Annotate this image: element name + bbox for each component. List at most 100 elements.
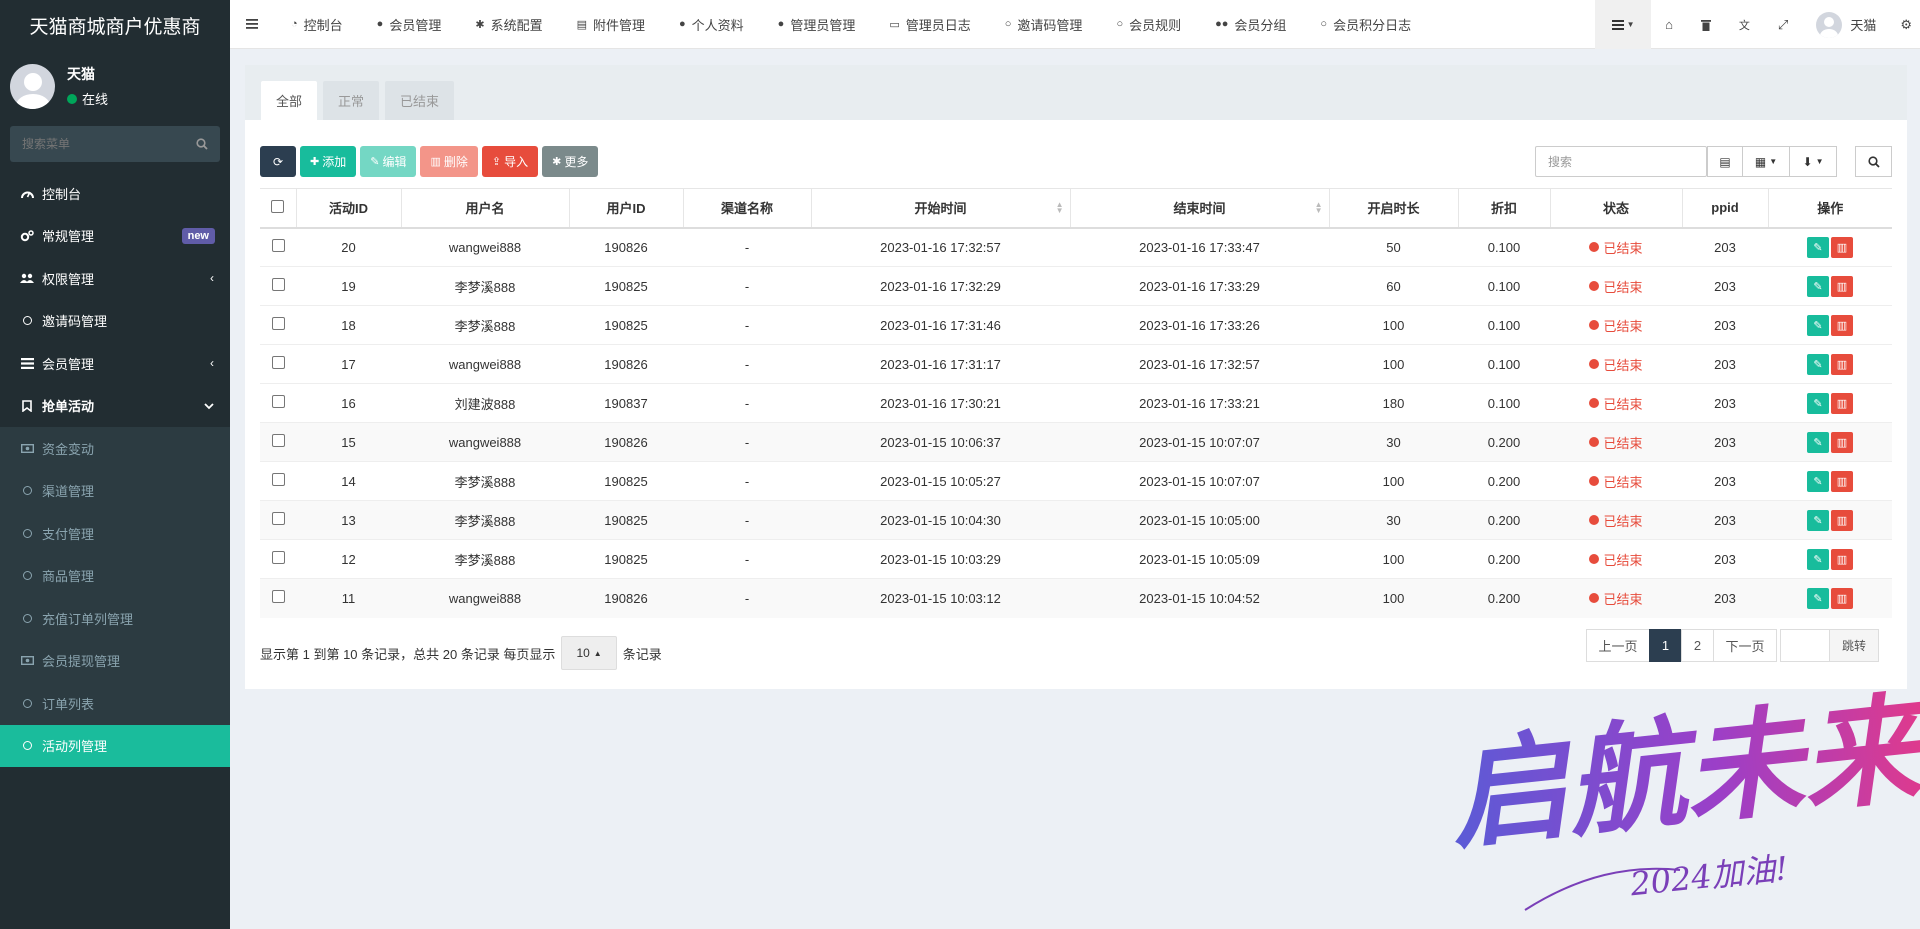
row-delete-button[interactable]: ▥ [1831, 431, 1853, 453]
sidebar-subitem-payment[interactable]: 支付管理 [0, 512, 230, 555]
row-checkbox[interactable] [271, 317, 285, 330]
sidebar-subitem-goods[interactable]: 商品管理 [0, 555, 230, 598]
sidebar-item-general[interactable]: 常规管理 new [0, 215, 230, 258]
row-edit-button[interactable]: ✎ [1807, 470, 1829, 492]
row-delete-button[interactable]: ▥ [1831, 548, 1853, 570]
tab-normal[interactable]: 正常 [323, 81, 380, 120]
settings-button[interactable]: ⚙ [1890, 0, 1920, 49]
table-row[interactable]: 15 wangwei888 190826-2023-01-15 10:06:37 20… [260, 422, 1892, 462]
row-delete-button[interactable]: ▥ [1831, 470, 1853, 492]
tab-member-group[interactable]: ●● 会员分组 [1198, 0, 1303, 49]
sidebar-item-invite[interactable]: 邀请码管理 [0, 300, 230, 343]
export-button[interactable]: ⬇ ▼ [1789, 146, 1837, 177]
sidebar-item-grab-activity[interactable]: 抢单活动 [0, 385, 230, 428]
columns-button[interactable]: ▦ ▼ [1742, 146, 1790, 177]
edit-button[interactable]: ✎ 编辑 [360, 146, 417, 177]
row-delete-button[interactable]: ▥ [1831, 236, 1853, 258]
row-edit-button[interactable]: ✎ [1807, 236, 1829, 258]
jump-button[interactable]: 跳转 [1829, 629, 1879, 662]
brand-logo[interactable]: 天猫商城商户优惠商 [0, 0, 230, 50]
prev-page-button[interactable]: 上一页 [1586, 629, 1650, 662]
row-checkbox[interactable] [271, 590, 285, 604]
tab-all[interactable]: 全部 [261, 81, 318, 120]
row-edit-button[interactable]: ✎ [1807, 587, 1829, 609]
col-activity-id[interactable]: 活动ID [296, 188, 402, 229]
row-delete-button[interactable]: ▥ [1831, 392, 1853, 414]
table-row[interactable]: 17 wangwei888 190826-2023-01-16 17:31:17 20… [260, 344, 1892, 384]
row-delete-button[interactable]: ▥ [1831, 314, 1853, 336]
table-row[interactable]: 16 刘建波888 190837-2023-01-16 17:30:21 2023-0… [260, 383, 1892, 423]
col-end-time[interactable]: 结束时间 ▲ ▼ [1070, 188, 1330, 229]
tab-profile[interactable]: ● 个人资料 [662, 0, 761, 49]
clear-cache-button[interactable] [1687, 0, 1725, 49]
advanced-search-button[interactable] [1855, 146, 1892, 177]
add-button[interactable]: ✚ 添加 [300, 146, 357, 177]
col-channel[interactable]: 渠道名称 [683, 188, 812, 229]
row-checkbox[interactable] [271, 395, 285, 408]
delete-button[interactable]: ▥ 删除 [420, 146, 478, 177]
sidebar-subitem-fund-change[interactable]: 资金变动 [0, 427, 230, 470]
row-edit-button[interactable]: ✎ [1807, 509, 1829, 531]
table-row[interactable]: 12 李梦溪888 190825-2023-01-15 10:03:29 2023-0… [260, 539, 1892, 579]
import-button[interactable]: ⇪ 导入 [481, 146, 539, 177]
tab-invite-code[interactable]: ○ 邀请码管理 [988, 0, 1100, 49]
table-search-input[interactable]: 搜索 [1535, 146, 1707, 177]
col-user-id[interactable]: 用户ID [569, 188, 684, 229]
page-size-select[interactable]: 10 ▲ [561, 636, 617, 670]
table-row[interactable]: 13 李梦溪888 190825-2023-01-15 10:04:30 2023-0… [260, 500, 1892, 540]
row-edit-button[interactable]: ✎ [1807, 353, 1829, 375]
tab-ended[interactable]: 已结束 [385, 81, 455, 120]
col-start-time[interactable]: 开始时间 ▲ ▼ [811, 188, 1071, 229]
sidebar-subitem-withdraw[interactable]: 会员提现管理 [0, 640, 230, 683]
row-checkbox[interactable] [271, 278, 285, 291]
row-edit-button[interactable]: ✎ [1807, 275, 1829, 297]
row-edit-button[interactable]: ✎ [1807, 314, 1829, 336]
row-checkbox[interactable] [271, 512, 285, 525]
tab-admin[interactable]: ● 管理员管理 [761, 0, 873, 49]
sidebar-subitem-channel[interactable]: 渠道管理 [0, 470, 230, 513]
user-menu[interactable]: 天猫 [1802, 0, 1890, 49]
jump-page-input[interactable] [1780, 629, 1830, 662]
row-checkbox[interactable] [271, 356, 285, 369]
row-delete-button[interactable]: ▥ [1831, 275, 1853, 297]
page-2-button[interactable]: 2 [1681, 629, 1714, 662]
select-all-checkbox[interactable] [271, 199, 285, 213]
row-edit-button[interactable]: ✎ [1807, 548, 1829, 570]
col-status[interactable]: 状态 [1550, 188, 1683, 229]
sidebar-subitem-activity-list[interactable]: 活动列管理 [0, 724, 230, 767]
row-checkbox[interactable] [271, 551, 285, 564]
language-button[interactable]: 文 [1725, 0, 1764, 49]
tabs-dropdown-button[interactable]: ▼ [1595, 0, 1652, 49]
tab-dashboard[interactable]: ◔ 控制台 [274, 0, 360, 49]
next-page-button[interactable]: 下一页 [1713, 629, 1777, 662]
table-row[interactable]: 20 wangwei888 190826-2023-01-16 17:32:57 20… [260, 227, 1892, 267]
row-delete-button[interactable]: ▥ [1831, 509, 1853, 531]
row-delete-button[interactable]: ▥ [1831, 353, 1853, 375]
col-ppid[interactable]: ppid [1682, 188, 1769, 229]
table-row[interactable]: 11 wangwei888 190826-2023-01-15 10:03:12 20… [260, 578, 1892, 618]
tab-attachment[interactable]: ▤ 附件管理 [560, 0, 662, 49]
fullscreen-button[interactable]: ⤢ [1764, 0, 1802, 49]
row-edit-button[interactable]: ✎ [1807, 431, 1829, 453]
tab-member-rule[interactable]: ○ 会员规则 [1099, 0, 1198, 49]
row-delete-button[interactable]: ▥ [1831, 587, 1853, 609]
sidebar-item-permission[interactable]: 权限管理 ‹ [0, 257, 230, 300]
page-1-button[interactable]: 1 [1649, 629, 1682, 662]
row-edit-button[interactable]: ✎ [1807, 392, 1829, 414]
row-checkbox[interactable] [271, 473, 285, 486]
sidebar-subitem-orders[interactable]: 订单列表 [0, 682, 230, 725]
row-checkbox[interactable] [271, 434, 285, 447]
search-icon[interactable] [196, 138, 208, 150]
sidebar-toggle-button[interactable] [230, 0, 274, 49]
sidebar-subitem-recharge[interactable]: 充值订单列管理 [0, 597, 230, 640]
tab-system-config[interactable]: ✱ 系统配置 [458, 0, 559, 49]
refresh-button[interactable]: ⟳ [260, 146, 296, 177]
home-button[interactable]: ⌂ [1651, 0, 1687, 49]
table-row[interactable]: 19 李梦溪888 190825-2023-01-16 17:32:29 2023-0… [260, 266, 1892, 306]
table-row[interactable]: 18 李梦溪888 190825-2023-01-16 17:31:46 2023-0… [260, 305, 1892, 345]
sidebar-item-dashboard[interactable]: 控制台 [0, 172, 230, 215]
table-row[interactable]: 14 李梦溪888 190825-2023-01-15 10:05:27 2023-0… [260, 461, 1892, 501]
col-username[interactable]: 用户名 [401, 188, 570, 229]
tab-member-score-log[interactable]: ○ 会员积分日志 [1303, 0, 1428, 49]
more-button[interactable]: ✱ 更多 [542, 146, 599, 177]
